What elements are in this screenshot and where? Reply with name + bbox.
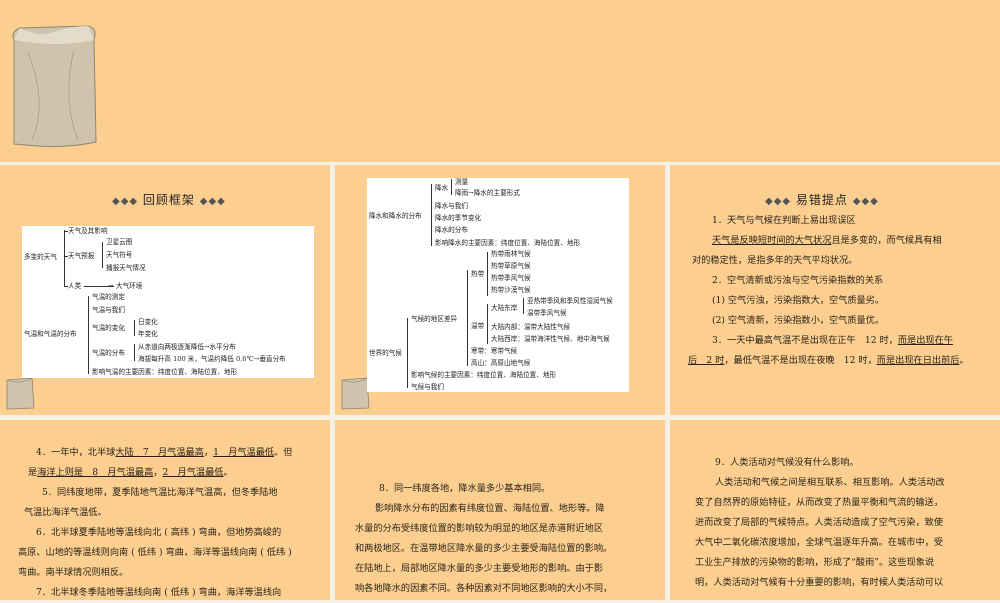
- bracket-line: [467, 270, 468, 366]
- tropical-climate: 热带季风气候: [491, 274, 531, 282]
- text-line: 4．一年中，北半球大陆 7 月气温最高，1 月气温最低。但: [36, 447, 293, 458]
- precipitation-item: 影响降水的主要因素：纬度位置、海陆位置、地形: [435, 239, 581, 247]
- text-line: 气温比海洋气温低。: [24, 507, 107, 518]
- text-line: 工业生产排放的污染物的影响，形成了“酸雨”。这些现象说: [695, 557, 935, 568]
- text-line: 对的稳定性，是指多年的天气平均状况。: [692, 255, 858, 266]
- bracket-line: [451, 179, 452, 195]
- error-points-text-d: 9．人类活动对气候没有什么影响。 人类活动和气候之间是相互联系、相互影响。人类活…: [695, 453, 995, 593]
- climate-zone: 寒带：寒带气候: [471, 347, 518, 355]
- precipitation-climate-framework-diagram: 降水和降水的分布 世界的气候 降水 降水与我们 降水的季节变化 降水的分布 影响…: [367, 178, 629, 392]
- text-line: 2．空气清新或污浊与空气污染指数的关系: [712, 275, 884, 286]
- temperature-item: 气温的变化: [92, 324, 125, 332]
- temperature-distribution-item: 海拔每升高 100 米，气温约降低 0.6℃→垂直分布: [138, 355, 286, 363]
- bracket-line: [487, 252, 488, 296]
- bracket-line: [88, 296, 89, 374]
- temperature-distribution-item: 从赤道向两极逐渐降低→水平分布: [138, 343, 236, 351]
- bracket-line: [102, 242, 103, 268]
- text-line: 9．人类活动对气候没有什么影响。: [715, 457, 859, 468]
- error-points-text-c: 8．同一纬度各地，降水量多少基本相同。 影响降水分布的因素有纬度位置、海陆位置、…: [355, 479, 661, 599]
- forecast-item: 天气符号: [106, 251, 133, 259]
- temperate-group: 大陆东岸: [491, 304, 518, 312]
- paper-bag-icon: [12, 25, 97, 147]
- diagram-root-precipitation: 降水和降水的分布: [369, 212, 422, 220]
- precipitation-sub-item: 测量: [455, 178, 469, 186]
- tropical-climate: 热带雨林气候: [491, 250, 531, 258]
- text-line: 是海洋上则是 8 月气温最高，2 月气温最低。: [28, 467, 233, 478]
- bracket-line: [523, 298, 524, 314]
- text-line: 明，人类活动对气候有十分重要的影响，有时候人类活动可以: [695, 577, 944, 588]
- text-line: 大气中二氧化碳浓度增加，全球气温逐年升高。在城市中，受: [695, 537, 944, 548]
- climate-zone: 高山：高原山地气候: [471, 359, 531, 367]
- text-line: 弯曲。南半球情况则相反。: [18, 567, 129, 578]
- temperature-item: 气温的分布: [92, 349, 125, 357]
- text-line: 水量的分布受纬度位置的影响较为明显的地区是赤道附近地区: [355, 523, 604, 534]
- east-coast-climate: 亚热带季风和季风性湿润气候: [527, 297, 613, 305]
- text-line: 响各地降水的因素不同。各种因素对不同地区影响的大小不同，: [355, 583, 613, 594]
- text-line: 人类活动和气候之间是相互联系、相互影响。人类活动改: [715, 477, 945, 488]
- precipitation-item: 降水的季节变化: [435, 214, 482, 222]
- text-line: (1) 空气污浊，污染指数大，空气质量劣。: [712, 295, 885, 306]
- text-line: 后 2 时，最低气温不是出现在夜晚 12 时，而是出现在日出前后。: [688, 355, 969, 366]
- text-line: 1．天气与气候在判断上易出现误区: [712, 215, 856, 226]
- bracket-line: [64, 230, 65, 287]
- bracket-line: [407, 318, 408, 388]
- forecast-item: 播报天气情况: [106, 264, 146, 272]
- human-arrow-target: 大气环境: [116, 282, 143, 290]
- climate-zone: 热带: [471, 270, 485, 278]
- section-header-text: 易错提点: [795, 193, 848, 207]
- climate-item: 影响气候的主要因素：纬度位置、海陆位置、地形: [411, 371, 557, 379]
- diagram-root-climate: 世界的气候: [369, 349, 402, 357]
- title-panel: [0, 0, 1000, 162]
- temperature-change-item: 日变化: [138, 318, 158, 326]
- precipitation-item: 降水与我们: [435, 202, 468, 210]
- text-line: 7．北半球冬季陆地等温线向南 ( 低纬 ) 弯曲，海洋等温线向: [36, 587, 282, 598]
- east-coast-climate: 温带季风气候: [527, 309, 567, 317]
- error-points-text-a: 1．天气与气候在判断上易出现误区 天气是反映短时间的大气状况且是多变的，而气候具…: [688, 211, 992, 371]
- section-header-review: ◆◆◆ 回顾框架 ◆◆◆: [112, 193, 226, 207]
- tropical-climate: 热带草原气候: [491, 262, 531, 270]
- error-points-text-b: 4．一年中，北半球大陆 7 月气温最高，1 月气温最低。但 是海洋上则是 8 月…: [18, 443, 324, 603]
- temperate-group: 大陆西岸：温带海洋性气候、地中海气候: [491, 335, 610, 343]
- text-line: 在陆地上，局部地区降水量的多少主要受地形的影响。由于影: [355, 563, 604, 574]
- text-line: 进而改变了局部的气候特点。人类活动造成了空气污染，致使: [695, 517, 944, 528]
- arrow-head-icon: →: [108, 282, 114, 290]
- weather-item: 天气预报: [68, 252, 95, 260]
- section-header-errors: ◆◆◆ 易错提点 ◆◆◆: [765, 193, 879, 207]
- weather-item: 人类: [68, 282, 82, 290]
- bracket-line: [134, 320, 135, 336]
- diagram-root-weather: 多变的天气: [24, 253, 57, 261]
- text-line: 5．同纬度地带，夏季陆地气温比海洋气温高，但冬季陆地: [42, 487, 278, 498]
- text-line: 高原、山地的等温线则向南 ( 低纬 ) 弯曲，海洋等温线向南 ( 低纬 ): [18, 547, 292, 558]
- precipitation-sub-item: 降雨→降水的主要形式: [455, 189, 520, 197]
- temperature-item: 影响气温的主要因素：纬度位置、海陆位置、地形: [92, 368, 238, 376]
- bracket-line: [431, 184, 432, 246]
- text-line: 8．同一纬度各地，降水量多少基本相同。: [379, 483, 551, 494]
- paper-bag-icon: [6, 377, 35, 410]
- text-line: (2) 空气清新，污染指数小，空气质量优。: [712, 315, 885, 326]
- text-line: 影响降水分布的因素有纬度位置、海陆位置、地形等。降: [375, 503, 605, 514]
- precipitation-item: 降水的分布: [435, 226, 468, 234]
- precipitation-item: 降水: [435, 184, 449, 192]
- text-line: 和两极地区。在温带地区降水量的多少主要受海陆位置的影响。: [355, 543, 613, 554]
- temperature-item: 气温与我们: [92, 306, 125, 314]
- bracket-line: [134, 344, 135, 361]
- diagram-root-temperature: 气温和气温的分布: [24, 330, 77, 338]
- climate-zone: 温带: [471, 322, 485, 330]
- temperature-change-item: 年变化: [138, 330, 158, 338]
- forecast-item: 卫星云图: [106, 238, 133, 246]
- climate-item: 气候与我们: [411, 383, 444, 391]
- text-line: 6．北半球夏季陆地等温线向北 ( 高纬 ) 弯曲，但地势高峻的: [36, 527, 282, 538]
- tropical-climate: 热带沙漠气候: [491, 286, 531, 294]
- weather-item: 天气及其影响: [68, 227, 108, 235]
- text-line: 天气是反映短时间的大气状况且是多变的，而气候具有相: [712, 235, 942, 246]
- section-header-text: 回顾框架: [142, 193, 195, 207]
- climate-item: 气候的地区差异: [411, 315, 458, 323]
- temperature-item: 气温的测定: [92, 293, 125, 301]
- text-line: 变了自然界的原始特征，从而改变了热量平衡和气流的输送，: [695, 497, 944, 508]
- temperate-group: 大陆内部：温带大陆性气候: [491, 323, 571, 331]
- text-line: 3．一天中最高气温不是出现在正午 12 时，而是出现在午: [712, 335, 953, 346]
- bracket-line: [487, 304, 488, 344]
- weather-temperature-framework-diagram: 多变的天气 气温和气温的分布 天气及其影响 天气预报 人类 卫星云图 天气符号 …: [22, 226, 314, 378]
